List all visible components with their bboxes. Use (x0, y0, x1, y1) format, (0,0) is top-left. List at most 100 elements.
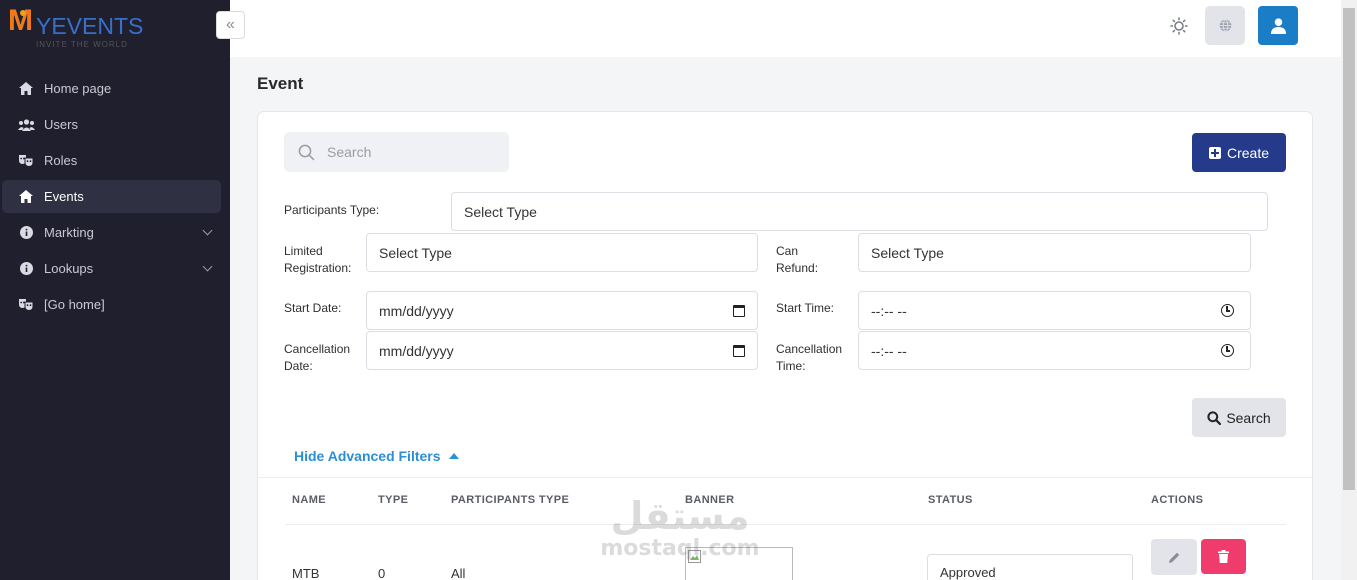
logo-subtitle: INVITE THE WORLD (36, 40, 128, 49)
plus-square-icon (1208, 146, 1221, 159)
pencil-icon (1168, 552, 1179, 563)
can-refund-value: Select Type (871, 244, 944, 261)
masks-icon (17, 298, 35, 312)
sidebar-item-label: Lookups (44, 261, 94, 276)
table-header-divider (285, 524, 1286, 525)
section-divider (258, 477, 1312, 478)
sidebar: M YEVENTS INVITE THE WORLD Home page Use… (0, 0, 230, 580)
start-date-input[interactable]: mm/dd/yyyy (366, 291, 758, 330)
info-icon (17, 262, 35, 276)
sidebar-item-label: Users (44, 117, 78, 132)
cell-type: 0 (378, 566, 386, 580)
clock-icon[interactable] (1221, 304, 1234, 317)
create-button-label: Create (1226, 144, 1270, 161)
cancellation-date-value: mm/dd/yyyy (379, 342, 454, 359)
globe-icon (1219, 19, 1231, 32)
users-icon (17, 118, 35, 132)
chevron-down-icon (202, 225, 213, 236)
language-button[interactable] (1205, 6, 1245, 45)
filter-search-label: Search (1226, 409, 1271, 426)
sidebar-item-markting[interactable]: Markting (2, 216, 221, 249)
sidebar-item-roles[interactable]: Roles (2, 144, 221, 177)
page-scrollbar[interactable] (1341, 0, 1357, 580)
start-time-label: Start Time: (776, 301, 835, 315)
cancellation-date-label: Cancellation Date: (284, 341, 350, 375)
sidebar-item-events[interactable]: Events (2, 180, 221, 213)
sidebar-item-label: Home page (44, 81, 112, 96)
start-time-input[interactable]: --:-- -- (858, 291, 1251, 330)
caret-up-icon (448, 453, 459, 459)
sidebar-item-home-page[interactable]: Home page (2, 72, 221, 105)
logo-text: YEVENTS (36, 13, 144, 39)
cancellation-date-input[interactable]: mm/dd/yyyy (366, 331, 758, 370)
collapse-sidebar-button[interactable]: « (216, 11, 245, 39)
status-select[interactable]: Approved (927, 554, 1133, 580)
calendar-icon[interactable] (733, 345, 745, 357)
sun-icon (1170, 17, 1188, 35)
column-header-participants-type[interactable]: PARTICIPANTS TYPE (451, 494, 569, 506)
sidebar-item-label: Roles (44, 153, 78, 168)
column-header-status[interactable]: STATUS (928, 494, 973, 506)
participants-type-label: Participants Type: (284, 203, 380, 217)
cancellation-time-input[interactable]: --:-- -- (858, 331, 1251, 370)
participants-type-select[interactable]: Select Type (451, 192, 1268, 231)
search-field[interactable] (284, 132, 509, 172)
column-header-actions: ACTIONS (1151, 494, 1204, 506)
search-icon (1207, 410, 1222, 425)
scrollbar-thumb[interactable] (1343, 8, 1355, 490)
double-chevron-left-icon: « (226, 16, 235, 33)
limited-registration-label-line1: Limited (284, 244, 323, 258)
cancellation-time-label-line1: Cancellation (776, 342, 843, 356)
cancellation-date-label-line2: Date: (284, 359, 313, 373)
banner-image (685, 547, 793, 580)
brand-logo[interactable]: M YEVENTS INVITE THE WORLD (8, 4, 158, 49)
sidebar-nav: Home page Users Roles Events Markting Lo… (0, 72, 230, 324)
limited-registration-value: Select Type (379, 244, 452, 261)
create-button[interactable]: Create (1192, 133, 1286, 172)
column-header-banner[interactable]: BANNER (685, 494, 734, 506)
delete-button[interactable] (1201, 539, 1246, 574)
top-bar: « (216, 0, 1341, 57)
sidebar-item-users[interactable]: Users (2, 108, 221, 141)
search-input[interactable] (327, 144, 497, 160)
limited-registration-select[interactable]: Select Type (366, 233, 758, 272)
broken-image-icon (688, 550, 701, 563)
participants-type-value: Select Type (464, 203, 537, 220)
sidebar-item-label: [Go home] (44, 297, 105, 312)
start-date-label: Start Date: (284, 301, 342, 315)
cancellation-date-label-line1: Cancellation (284, 342, 351, 356)
edit-button[interactable] (1151, 539, 1197, 575)
calendar-icon[interactable] (733, 305, 745, 317)
theme-toggle-button[interactable] (1170, 17, 1188, 35)
status-value: Approved (940, 564, 996, 580)
search-icon (298, 144, 315, 160)
hide-advanced-filters-toggle[interactable]: Hide Advanced Filters (294, 448, 459, 464)
cell-participants-type: All (451, 566, 466, 580)
filter-search-button[interactable]: Search (1192, 398, 1286, 437)
clock-icon[interactable] (1221, 344, 1234, 357)
limited-registration-label: Limited Registration: (284, 243, 351, 277)
home-icon (17, 190, 35, 204)
advanced-filters-toggle-label: Hide Advanced Filters (294, 448, 441, 464)
logo-dot (20, 10, 26, 16)
masks-icon (17, 154, 35, 168)
can-refund-select[interactable]: Select Type (858, 233, 1251, 272)
sidebar-item-go-home[interactable]: [Go home] (2, 288, 221, 321)
can-refund-label-line2: Refund: (776, 261, 819, 275)
cancellation-time-label-line2: Time: (776, 359, 806, 373)
home-icon (17, 82, 35, 96)
column-header-type[interactable]: TYPE (378, 494, 408, 506)
can-refund-label-line1: Can (776, 244, 799, 258)
sidebar-item-lookups[interactable]: Lookups (2, 252, 221, 285)
user-icon (1270, 17, 1286, 34)
trash-icon (1218, 550, 1229, 563)
limited-registration-label-line2: Registration: (284, 261, 352, 275)
sidebar-item-label: Markting (44, 225, 94, 240)
cell-name: MTB (292, 566, 320, 580)
can-refund-label: Can Refund: (776, 243, 818, 277)
start-time-value: --:-- -- (871, 302, 907, 319)
user-profile-button[interactable] (1258, 6, 1298, 45)
column-header-name[interactable]: NAME (292, 494, 326, 506)
info-icon (17, 226, 35, 240)
start-date-value: mm/dd/yyyy (379, 302, 454, 319)
